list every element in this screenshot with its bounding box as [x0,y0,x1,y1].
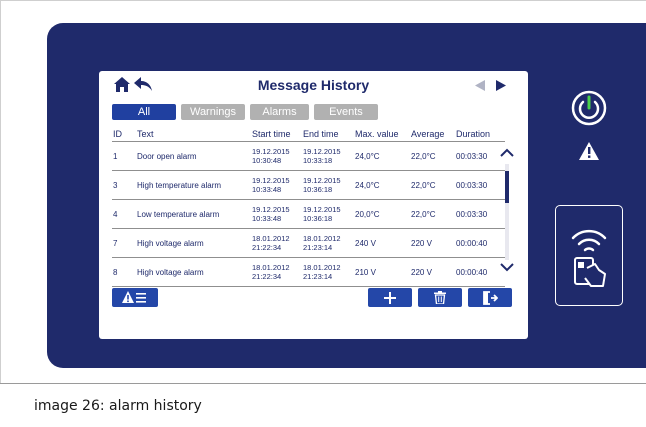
tab-all[interactable]: All [112,104,176,120]
cell-duration: 00:00:40 [456,239,488,248]
alarm-filter-button[interactable] [112,288,158,307]
cell-text: High voltage alarm [137,268,204,277]
caption-divider [0,383,646,384]
cell-id: 4 [113,210,118,219]
cell-start-time: 19.12.2015 10:33:48 [252,176,300,194]
image-caption: image 26: alarm history [34,398,202,414]
cell-clock: 21:22:34 [252,243,282,252]
header-divider [112,141,505,142]
tab-warnings[interactable]: Warnings [181,104,245,120]
cell-clock: 21:22:34 [252,272,282,281]
cell-end-time: 18.01.2012 21:23:14 [303,263,351,281]
cell-text: Door open alarm [137,152,197,161]
cell-start-time: 18.01.2012 21:22:34 [252,234,300,252]
tab-alarms[interactable]: Alarms [250,104,309,120]
tab-events[interactable]: Events [314,104,378,120]
column-header-duration: Duration [456,129,491,139]
cell-end-time: 18.01.2012 21:23:14 [303,234,351,252]
cell-clock: 10:33:18 [303,156,333,165]
export-icon [483,290,499,305]
cell-date: 19.12.2015 [303,147,341,156]
add-button[interactable] [368,288,412,307]
cell-clock: 21:23:14 [303,272,333,281]
cell-start-time: 19.12.2015 10:30:48 [252,147,300,165]
delete-icon [434,291,446,305]
cell-clock: 10:33:48 [252,185,282,194]
add-icon [384,291,396,304]
column-header-max-value: Max. value [355,129,399,139]
delete-button[interactable] [418,288,462,307]
row-divider [112,199,505,200]
cell-start-time: 19.12.2015 10:33:48 [252,205,300,223]
power-icon[interactable] [570,89,608,127]
row-divider [112,286,505,287]
prev-page-icon[interactable] [475,80,485,91]
cell-date: 18.01.2012 [303,234,341,243]
cell-date: 19.12.2015 [252,147,290,156]
cell-date: 19.12.2015 [303,176,341,185]
cell-date: 18.01.2012 [252,263,290,272]
rfid-card-icon [571,229,607,287]
cell-max: 210 V [355,268,376,277]
column-header-average: Average [411,129,445,139]
cell-duration: 00:00:40 [456,268,488,277]
cell-id: 7 [113,239,118,248]
scroll-down-icon[interactable] [500,262,514,272]
cell-id: 3 [113,181,118,190]
column-header-start-time: Start time [252,129,291,139]
rfid-reader[interactable] [555,205,623,306]
screen-header: Message History [99,71,528,97]
touch-screen: Message History All Warnings Alarms Even… [99,71,528,339]
cell-max: 24,0°C [355,181,380,190]
column-header-text: Text [137,129,154,139]
cell-max: 240 V [355,239,376,248]
cell-date: 18.01.2012 [252,234,290,243]
cell-start-time: 18.01.2012 21:22:34 [252,263,300,281]
warning-icon [579,142,599,160]
cell-clock: 10:30:48 [252,156,282,165]
row-divider [112,170,505,171]
cell-end-time: 19.12.2015 10:36:18 [303,176,351,194]
row-divider [112,257,505,258]
cell-avg: 22,0°C [411,210,436,219]
export-button[interactable] [468,288,512,307]
cell-date: 18.01.2012 [303,263,341,272]
cell-clock: 10:33:48 [252,214,282,223]
cell-duration: 00:03:30 [456,181,488,190]
frame-border-left [0,0,1,384]
column-header-id: ID [113,129,122,139]
cell-text: Low temperature alarm [137,210,220,219]
cell-date: 19.12.2015 [252,176,290,185]
cell-id: 1 [113,152,118,161]
cell-clock: 10:36:18 [303,185,333,194]
cell-avg: 22,0°C [411,152,436,161]
cell-id: 8 [113,268,118,277]
scrollbar-thumb[interactable] [505,171,509,203]
cell-date: 19.12.2015 [303,205,341,214]
cell-date: 19.12.2015 [252,205,290,214]
cell-end-time: 19.12.2015 10:36:18 [303,205,351,223]
cell-duration: 00:03:30 [456,210,488,219]
scroll-up-icon[interactable] [500,148,514,158]
alarm-filter-icon [122,291,146,303]
cell-avg: 22,0°C [411,181,436,190]
cell-text: High voltage alarm [137,239,204,248]
cell-text: High temperature alarm [137,181,222,190]
cell-clock: 21:23:14 [303,243,333,252]
next-page-icon[interactable] [496,80,506,91]
page-title: Message History [257,77,370,93]
frame-border-top [0,0,646,1]
cell-avg: 220 V [411,239,432,248]
cell-end-time: 19.12.2015 10:33:18 [303,147,351,165]
cell-avg: 220 V [411,268,432,277]
cell-max: 24,0°C [355,152,380,161]
row-divider [112,228,505,229]
cell-max: 20,0°C [355,210,380,219]
cell-clock: 10:36:18 [303,214,333,223]
cell-duration: 00:03:30 [456,152,488,161]
column-header-end-time: End time [303,129,339,139]
